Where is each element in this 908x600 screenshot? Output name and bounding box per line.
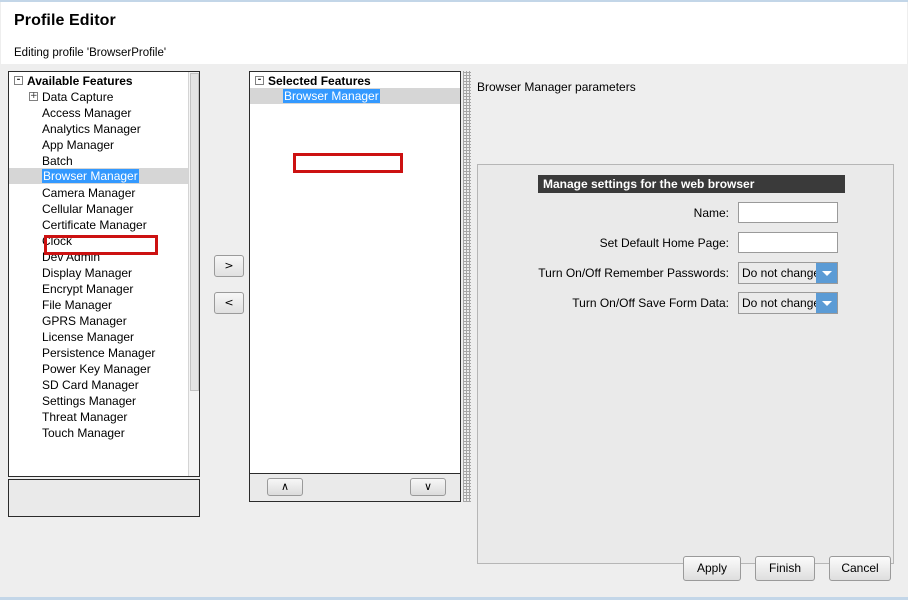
save-form-data-value: Do not change bbox=[742, 296, 816, 310]
list-item[interactable]: Power Key Manager bbox=[9, 360, 190, 376]
tree-root-label: Selected Features bbox=[268, 73, 371, 88]
parameters-panel: Manage settings for the web browser Name… bbox=[477, 164, 894, 564]
save-form-data-field-wrap: Do not change bbox=[738, 292, 838, 314]
tree-item-label: Browser Manager bbox=[42, 169, 139, 183]
tree-item-label: License Manager bbox=[42, 329, 135, 344]
selected-item-label: Browser Manager bbox=[283, 89, 380, 103]
feature-description-panel bbox=[8, 479, 200, 517]
list-item[interactable]: Camera Manager bbox=[9, 184, 190, 200]
finish-button[interactable]: Finish bbox=[755, 556, 815, 581]
available-features-panel[interactable]: - Available Features + Data Capture Access… bbox=[8, 71, 200, 477]
list-item[interactable]: File Manager bbox=[9, 296, 190, 312]
tree-item-label: Certificate Manager bbox=[42, 217, 147, 232]
parameters-banner: Manage settings for the web browser bbox=[538, 175, 845, 193]
selected-features-tree[interactable]: - Selected Features Browser Manager bbox=[250, 72, 460, 104]
tree-root-selected[interactable]: - Selected Features bbox=[250, 72, 460, 88]
list-item[interactable]: Certificate Manager bbox=[9, 216, 190, 232]
list-item[interactable]: Encrypt Manager bbox=[9, 280, 190, 296]
tree-root-available[interactable]: - Available Features bbox=[9, 72, 190, 88]
tree-item-label: Cellular Manager bbox=[42, 201, 134, 216]
home-page-label: Set Default Home Page: bbox=[599, 236, 729, 250]
main-body: - Available Features + Data Capture Access… bbox=[0, 64, 908, 597]
list-item[interactable]: Dev Admin bbox=[9, 248, 190, 264]
scrollbar-thumb[interactable] bbox=[190, 73, 199, 391]
tree-item-label: Persistence Manager bbox=[42, 345, 156, 360]
selected-features-panel[interactable]: - Selected Features Browser Manager ∧ ∨ bbox=[249, 71, 461, 502]
remember-passwords-label: Turn On/Off Remember Passwords: bbox=[538, 266, 729, 280]
list-item[interactable]: Batch bbox=[9, 152, 190, 168]
remember-passwords-value: Do not change bbox=[742, 266, 816, 280]
list-item[interactable]: Threat Manager bbox=[9, 408, 190, 424]
tree-group-label: Data Capture bbox=[42, 89, 114, 104]
tree-item-label: App Manager bbox=[42, 137, 115, 152]
tree-item-browser-manager[interactable]: Browser Manager bbox=[9, 168, 190, 184]
cancel-button[interactable]: Cancel bbox=[829, 556, 891, 581]
list-item[interactable]: Cellular Manager bbox=[9, 200, 190, 216]
save-form-data-label: Turn On/Off Save Form Data: bbox=[572, 296, 729, 310]
list-item[interactable]: GPRS Manager bbox=[9, 312, 190, 328]
tree-item-label: SD Card Manager bbox=[42, 377, 139, 392]
tree-item-label: Touch Manager bbox=[42, 425, 125, 440]
form-row-name: Name: bbox=[558, 201, 838, 225]
profile-editor-window: Profile Editor Editing profile 'BrowserP… bbox=[0, 0, 908, 600]
remember-passwords-field-wrap: Do not change bbox=[738, 262, 838, 284]
remember-passwords-select[interactable]: Do not change bbox=[738, 262, 838, 284]
tree-item-label: Access Manager bbox=[42, 105, 132, 120]
expand-icon[interactable]: + bbox=[29, 92, 38, 102]
tree-item-label: Settings Manager bbox=[42, 393, 137, 408]
form-row-home-page: Set Default Home Page: bbox=[558, 231, 838, 255]
add-feature-button[interactable]: > bbox=[214, 255, 244, 277]
list-item[interactable]: Clock bbox=[9, 232, 190, 248]
selected-features-toolbar: ∧ ∨ bbox=[250, 473, 460, 501]
header: Profile Editor Editing profile 'BrowserP… bbox=[1, 2, 907, 64]
tree-item-label: Analytics Manager bbox=[42, 121, 141, 136]
tree-item-label: Clock bbox=[42, 233, 73, 248]
tree-item-label: File Manager bbox=[42, 297, 113, 312]
name-label: Name: bbox=[693, 206, 729, 220]
chevron-down-icon[interactable] bbox=[816, 293, 837, 313]
list-item[interactable]: SD Card Manager bbox=[9, 376, 190, 392]
page-title: Profile Editor bbox=[14, 12, 116, 29]
list-item[interactable]: Access Manager bbox=[9, 104, 190, 120]
list-item[interactable]: Settings Manager bbox=[9, 392, 190, 408]
tree-item-label: GPRS Manager bbox=[42, 313, 127, 328]
apply-button[interactable]: Apply bbox=[683, 556, 741, 581]
move-up-button[interactable]: ∧ bbox=[267, 478, 303, 496]
home-page-input[interactable] bbox=[738, 232, 838, 253]
list-item[interactable]: Analytics Manager bbox=[9, 120, 190, 136]
collapse-icon[interactable]: - bbox=[14, 76, 23, 86]
available-features-tree[interactable]: - Available Features + Data Capture Access… bbox=[9, 72, 190, 440]
tree-item-label: Batch bbox=[42, 153, 73, 168]
tree-item-label: Encrypt Manager bbox=[42, 281, 134, 296]
list-item[interactable]: Touch Manager bbox=[9, 424, 190, 440]
tree-group-data-capture[interactable]: + Data Capture bbox=[9, 88, 190, 104]
tree-item-label: Display Manager bbox=[42, 265, 133, 280]
save-form-data-select[interactable]: Do not change bbox=[738, 292, 838, 314]
available-features-scrollbar[interactable] bbox=[188, 72, 199, 476]
page-subtitle: Editing profile 'BrowserProfile' bbox=[14, 47, 167, 59]
parameters-title: Browser Manager parameters bbox=[477, 80, 636, 94]
form-row-save-form-data: Turn On/Off Save Form Data: Do not chang… bbox=[498, 291, 838, 315]
tree-root-label: Available Features bbox=[27, 73, 133, 88]
name-field-wrap bbox=[738, 202, 838, 223]
remove-feature-button[interactable]: < bbox=[214, 292, 244, 314]
list-item[interactable]: Persistence Manager bbox=[9, 344, 190, 360]
name-input[interactable] bbox=[738, 202, 838, 223]
collapse-icon[interactable]: - bbox=[255, 76, 264, 86]
move-down-button[interactable]: ∨ bbox=[410, 478, 446, 496]
tree-item-label: Camera Manager bbox=[42, 185, 136, 200]
list-item[interactable]: App Manager bbox=[9, 136, 190, 152]
selected-item-browser-manager[interactable]: Browser Manager bbox=[250, 88, 460, 104]
form-row-remember-passwords: Turn On/Off Remember Passwords: Do not c… bbox=[498, 261, 838, 285]
tree-item-label: Power Key Manager bbox=[42, 361, 151, 376]
list-item[interactable]: Display Manager bbox=[9, 264, 190, 280]
panel-splitter[interactable] bbox=[463, 71, 471, 502]
tree-item-label: Threat Manager bbox=[42, 409, 128, 424]
tree-item-label: Dev Admin bbox=[42, 249, 101, 264]
list-item[interactable]: License Manager bbox=[9, 328, 190, 344]
chevron-down-icon[interactable] bbox=[816, 263, 837, 283]
home-page-field-wrap bbox=[738, 232, 838, 253]
